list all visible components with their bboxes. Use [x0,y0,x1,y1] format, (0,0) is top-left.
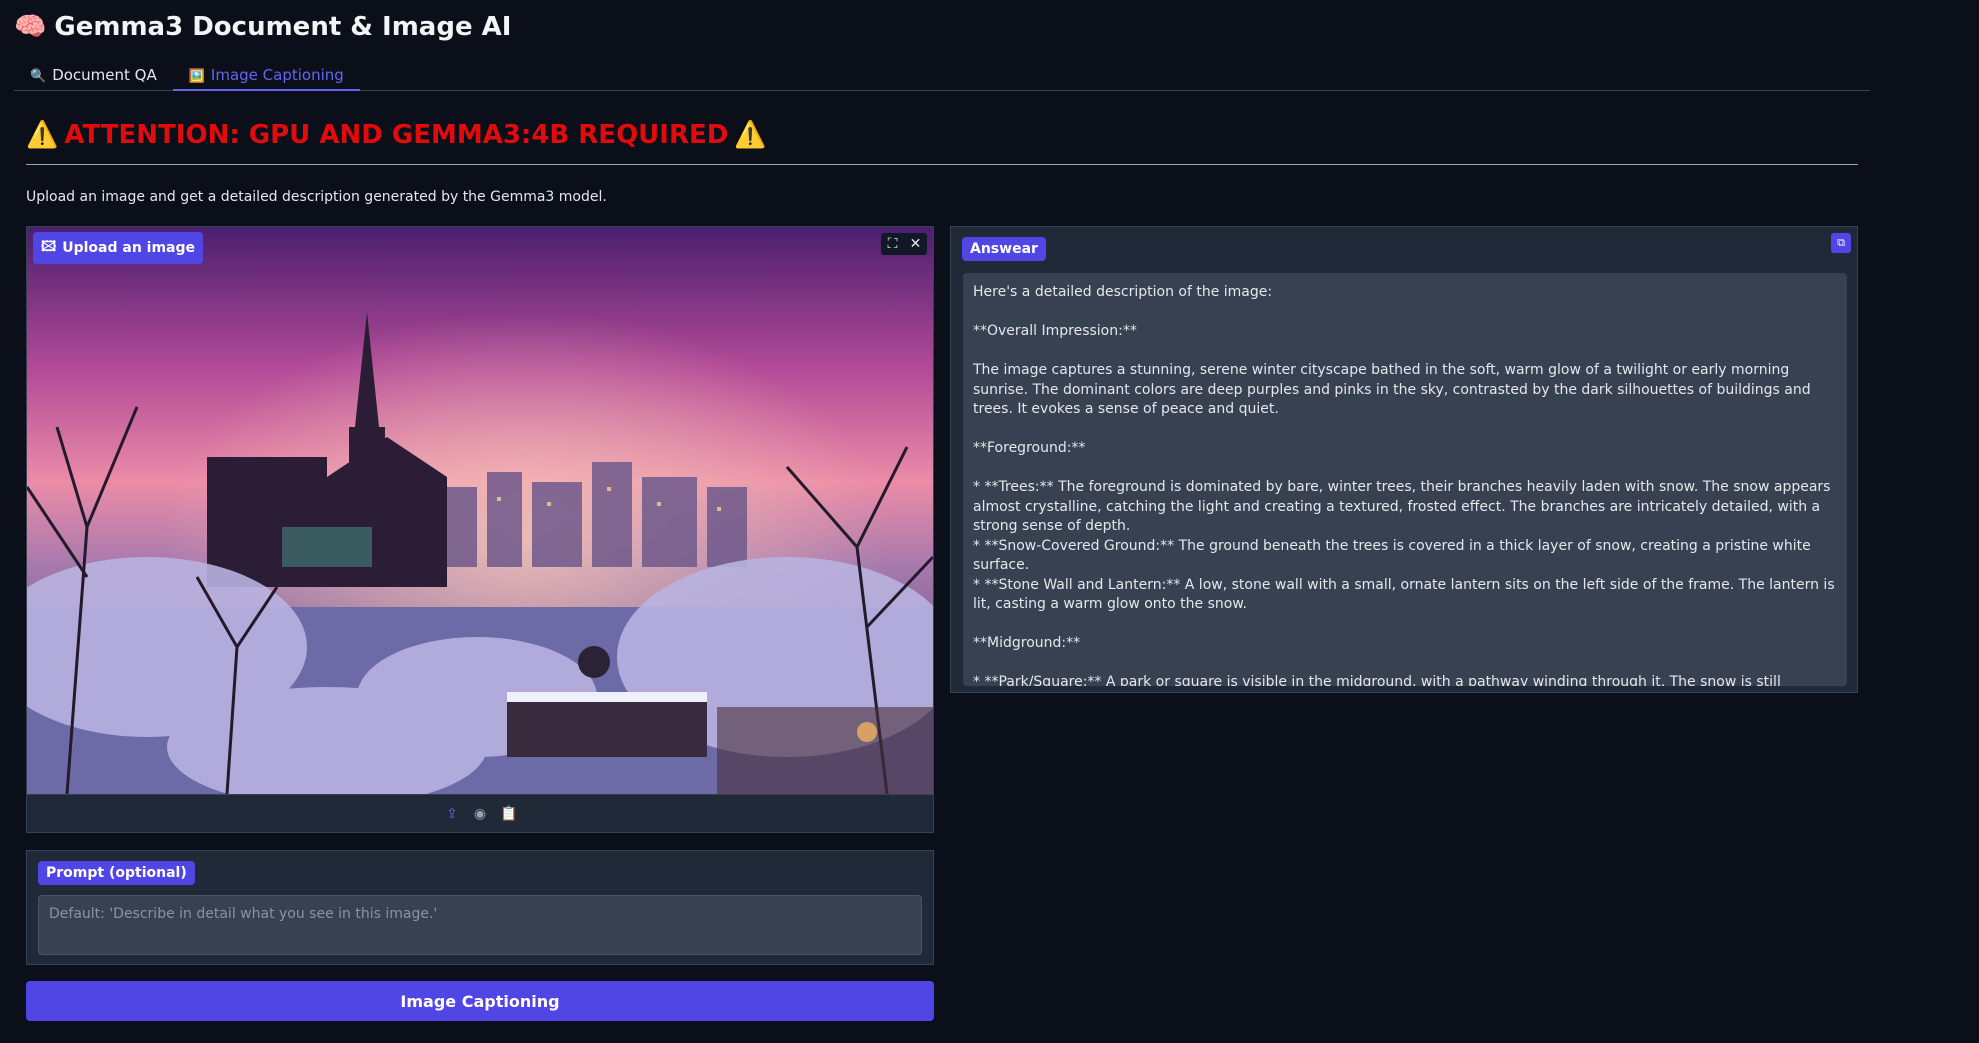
answer-line: **Overall Impression:** [973,323,1137,339]
gpu-warning-heading: ⚠️ ATTENTION: GPU AND GEMMA3:4B REQUIRED… [26,120,1858,165]
image-input-label: 🖾 Upload an image [33,232,204,264]
image-upload-panel: 🖾 Upload an image ⛶ ✕ ⇪ ◉ 📋 [26,226,934,833]
answer-line: Here's a detailed description of the ima… [973,284,1273,300]
image-controls: ⛶ ✕ [881,233,927,255]
answer-panel: Answear ⧉ Here's a detailed description … [950,226,1858,693]
prompt-label: Prompt (optional) [38,861,195,885]
answer-blank-line [973,615,1837,635]
app-title: 🧠 Gemma3 Document & Image AI [14,12,511,42]
tab-image-captioning[interactable]: 🖼️ Image Captioning [172,60,360,91]
brain-icon: 🧠 [14,12,47,42]
answer-blank-line [973,303,1837,323]
answer-line: * **Stone Wall and Lantern:** A low, sto… [973,576,1835,613]
answer-line: **Foreground:** [973,440,1086,456]
image-captioning-button[interactable]: Image Captioning [26,981,934,1021]
answer-blank-line [973,420,1837,440]
answer-line: **Midground:** [973,635,1081,651]
warning-icon: ⚠️ [734,120,767,150]
magnifier-icon: 🔍 [30,69,47,84]
intro-text: Upload an image and get a detailed descr… [26,189,607,205]
prompt-panel: Prompt (optional) [26,850,934,965]
webcam-icon[interactable]: ◉ [472,806,488,822]
uploaded-image[interactable]: 🖾 Upload an image ⛶ ✕ [27,227,933,794]
upload-icon[interactable]: ⇪ [444,806,460,822]
image-icon: 🖾 [41,239,57,255]
answer-line: The image captures a stunning, serene wi… [973,362,1811,417]
answer-line: * **Trees:** The foreground is dominated… [973,479,1831,534]
answer-blank-line [973,342,1837,362]
copy-icon[interactable]: ⧉ [1831,233,1851,253]
warning-icon: ⚠️ [26,120,59,150]
answer-blank-line [973,654,1837,674]
prompt-input[interactable] [38,895,922,955]
winter-cityscape-image [27,227,933,794]
answer-blank-line [973,459,1837,479]
answer-line: * **Park/Square:** A park or square is v… [973,674,1781,686]
tab-label: Document QA [52,66,157,84]
close-icon[interactable]: ✕ [904,233,927,255]
clipboard-icon[interactable]: 📋 [500,806,517,822]
answer-output[interactable]: Here's a detailed description of the ima… [963,273,1847,686]
image-source-toolbar: ⇪ ◉ 📋 [27,794,933,832]
image-input-label-text: Upload an image [62,240,196,256]
tab-bar: 🔍 Document QA 🖼️ Image Captioning [14,60,1870,91]
answer-label: Answear [962,237,1046,261]
tab-label: Image Captioning [210,66,344,84]
fullscreen-icon[interactable]: ⛶ [881,233,904,255]
app-title-text: Gemma3 Document & Image AI [54,12,512,42]
picture-icon: 🖼️ [188,69,205,84]
answer-line: * **Snow-Covered Ground:** The ground be… [973,537,1811,574]
tab-document-qa[interactable]: 🔍 Document QA [14,60,173,91]
warning-text: ATTENTION: GPU AND GEMMA3:4B REQUIRED [64,120,729,150]
